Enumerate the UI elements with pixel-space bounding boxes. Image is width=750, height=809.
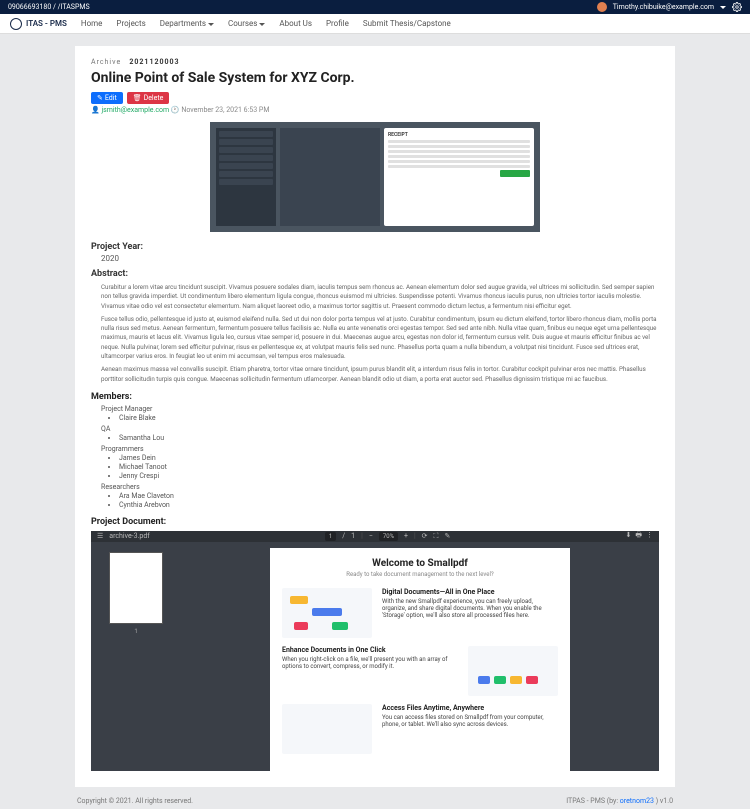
pdf-s1-body: With the new Smallpdf experience, you ca…: [382, 598, 542, 619]
member-role: Programmers: [101, 445, 659, 453]
year-label: Project Year:: [91, 242, 659, 252]
nav-label: Courses: [228, 19, 257, 28]
abstract-p2: Fusce tellus odio, pellentesque id justo…: [101, 315, 659, 361]
logo-icon: [10, 18, 22, 30]
abstract-p1: Curabitur a lorem vitae arcu tincidunt s…: [101, 283, 659, 311]
fit-icon[interactable]: ⛶: [434, 532, 439, 541]
user-email[interactable]: Timothy.chibuike@example.com: [613, 3, 714, 11]
abstract-p3: Aenean maximus massa vel convallis susci…: [101, 365, 659, 384]
breadcrumb: Archive 2021120003: [91, 58, 659, 66]
pdf-page: Welcome to Smallpdf Ready to take docume…: [270, 548, 570, 772]
zoom-level[interactable]: 70%: [379, 532, 398, 541]
download-icon[interactable]: ⬇: [626, 531, 632, 542]
member-role: Project Manager: [101, 405, 659, 413]
banner-image: RECEIPT: [210, 122, 540, 232]
footer-app: ITPAS - PMS: [566, 797, 605, 805]
pdf-sub: Ready to take document management to the…: [282, 571, 558, 578]
author-link[interactable]: jsmith@example.com: [101, 106, 169, 114]
member-name: Samantha Lou: [119, 434, 659, 442]
doc-label: Project Document:: [91, 517, 659, 527]
zoom-out-icon[interactable]: −: [369, 532, 373, 540]
pdf-canvas[interactable]: Welcome to Smallpdf Ready to take docume…: [181, 542, 659, 778]
pdf-thumbnails: 1: [91, 542, 181, 778]
year-value: 2020: [91, 254, 659, 263]
print-icon[interactable]: 🖶: [635, 531, 642, 542]
abstract-label: Abstract:: [91, 269, 659, 279]
page-input[interactable]: 1: [325, 532, 336, 541]
chevron-down-icon: [208, 23, 214, 26]
rotate-icon[interactable]: ⟳: [422, 532, 428, 540]
footer: Copyright © 2021. All rights reserved. I…: [75, 793, 675, 809]
zoom-in-icon[interactable]: +: [404, 532, 408, 540]
more-icon[interactable]: ⋮: [646, 531, 653, 542]
pdf-filename: archive-3.pdf: [109, 532, 149, 540]
avatar[interactable]: [597, 2, 607, 12]
member-role: Researchers: [101, 483, 659, 491]
crumb-id: 2021120003: [129, 58, 179, 66]
pdf-toolbar: ☰ archive-3.pdf 1 / 1 | − 70% + | ⟳ ⛶ ✎ …: [91, 531, 659, 542]
nav-departments[interactable]: Departments: [160, 19, 214, 28]
post-meta: 👤 jsmith@example.com 🕐 November 23, 2021…: [91, 106, 659, 114]
top-strip: 09066693180 / /ITASPMS Timothy.chibuike@…: [0, 0, 750, 14]
footer-ver: ) v1.0: [656, 797, 673, 805]
members-label: Members:: [91, 392, 659, 402]
pdf-thumb-1[interactable]: [109, 552, 163, 624]
member-name: Claire Blake: [119, 414, 659, 422]
pdf-h: Welcome to Smallpdf: [282, 558, 558, 569]
pdf-s2-title: Enhance Documents in One Click: [282, 646, 458, 654]
toggle-thumbs-icon[interactable]: ☰: [97, 532, 103, 540]
contact-text: 09066693180 / /ITASPMS: [8, 3, 90, 11]
member-name: Ara Mae Claveton: [119, 492, 659, 500]
pdf-s3-body: You can access files stored on Smallpdf …: [382, 714, 544, 728]
thumb-number: 1: [134, 628, 137, 635]
page-content: Archive 2021120003 Online Point of Sale …: [75, 46, 675, 787]
nav-label: Departments: [160, 19, 206, 28]
pdf-viewer: ☰ archive-3.pdf 1 / 1 | − 70% + | ⟳ ⛶ ✎ …: [91, 531, 659, 771]
members-list: Project ManagerClaire Blake QASamantha Lo…: [91, 405, 659, 509]
member-name: James Dein: [119, 454, 659, 462]
pdf-s2-body: When you right-click on a file, we'll pr…: [282, 656, 448, 670]
footer-by: (by:: [607, 797, 618, 805]
gear-icon[interactable]: [732, 2, 742, 12]
pdf-s3-title: Access Files Anytime, Anywhere: [382, 704, 558, 712]
member-name: Cynthia Arebvon: [119, 501, 659, 509]
copyright: Copyright © 2021. All rights reserved.: [77, 797, 193, 805]
btn-label: Edit: [105, 94, 117, 102]
nav-about[interactable]: About Us: [279, 19, 312, 28]
page-sep: /: [342, 532, 345, 540]
footer-link[interactable]: oretnom23: [620, 797, 654, 805]
nav-home[interactable]: Home: [81, 19, 103, 28]
page-title: Online Point of Sale System for XYZ Corp…: [91, 70, 659, 86]
btn-label: Delete: [144, 94, 164, 102]
chevron-down-icon: [259, 23, 265, 26]
brand-text: ITAS - PMS: [26, 19, 67, 28]
crumb-root[interactable]: Archive: [91, 58, 121, 66]
chevron-down-icon[interactable]: [720, 6, 726, 9]
abstract-body: Curabitur a lorem vitae arcu tincidunt s…: [91, 281, 659, 384]
page-total: 1: [351, 532, 355, 540]
delete-button[interactable]: 🗑 Delete: [127, 92, 170, 104]
member-name: Michael Tanoot: [119, 463, 659, 471]
edit-button[interactable]: ✎ Edit: [91, 92, 123, 104]
post-date: November 23, 2021 6:53 PM: [181, 106, 269, 114]
nav-projects[interactable]: Projects: [116, 19, 145, 28]
member-role: QA: [101, 425, 659, 433]
action-row: ✎ Edit 🗑 Delete: [91, 92, 659, 104]
nav-courses[interactable]: Courses: [228, 19, 265, 28]
text-icon[interactable]: ✎: [444, 532, 450, 540]
navbar: ITAS - PMS Home Projects Departments Cou…: [0, 14, 750, 34]
nav-submit[interactable]: Submit Thesis/Capstone: [363, 19, 451, 28]
member-name: Jenny Crespi: [119, 472, 659, 480]
logo[interactable]: ITAS - PMS: [10, 18, 67, 30]
nav-profile[interactable]: Profile: [326, 19, 349, 28]
pdf-s1-title: Digital Documents—All in One Place: [382, 588, 558, 596]
